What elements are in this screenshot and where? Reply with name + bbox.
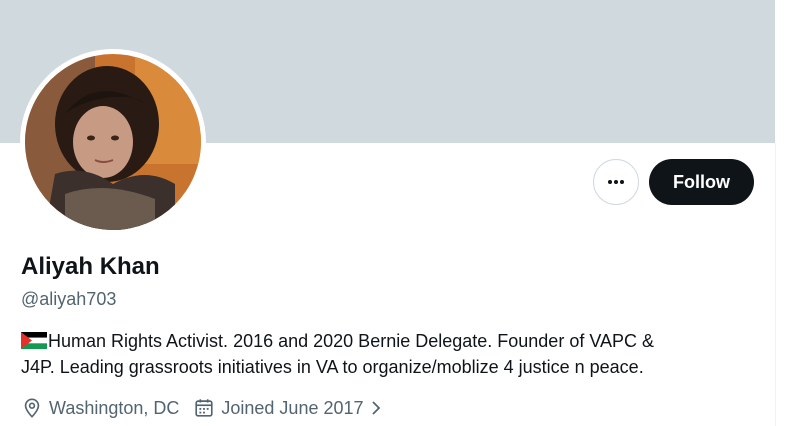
avatar-photo: [25, 54, 201, 230]
joined-item[interactable]: Joined June 2017: [193, 397, 383, 419]
location-pin-icon: [24, 398, 40, 418]
bio-line-1-text: Human Rights Activist. 2016 and 2020 Ber…: [48, 331, 655, 351]
location-text: Washington, DC: [49, 397, 180, 418]
right-gutter: [775, 0, 800, 426]
more-options-button[interactable]: [593, 159, 639, 205]
profile-meta: Washington, DC Joined June 2017: [21, 395, 384, 421]
joined-text: Joined June 2017: [221, 397, 364, 418]
chevron-right-icon: [371, 401, 380, 415]
avatar[interactable]: [25, 54, 201, 230]
profile-name: Aliyah Khan: [21, 253, 160, 280]
profile-page: Follow Aliyah Khan @aliyah703 Human Righ…: [0, 0, 800, 426]
profile-handle: @aliyah703: [21, 289, 117, 309]
column-divider: [775, 143, 776, 426]
bio-line-1: Human Rights Activist. 2016 and 2020 Ber…: [21, 328, 761, 354]
location-item: Washington, DC: [21, 397, 179, 419]
bio-line-2: J4P. Leading grassroots initiatives in V…: [21, 357, 644, 377]
more-horizontal-icon: [608, 180, 624, 184]
follow-button[interactable]: Follow: [649, 159, 754, 205]
palestine-flag-icon: [21, 332, 47, 349]
profile-bio: Human Rights Activist. 2016 and 2020 Ber…: [21, 328, 761, 380]
calendar-icon: [195, 399, 214, 417]
